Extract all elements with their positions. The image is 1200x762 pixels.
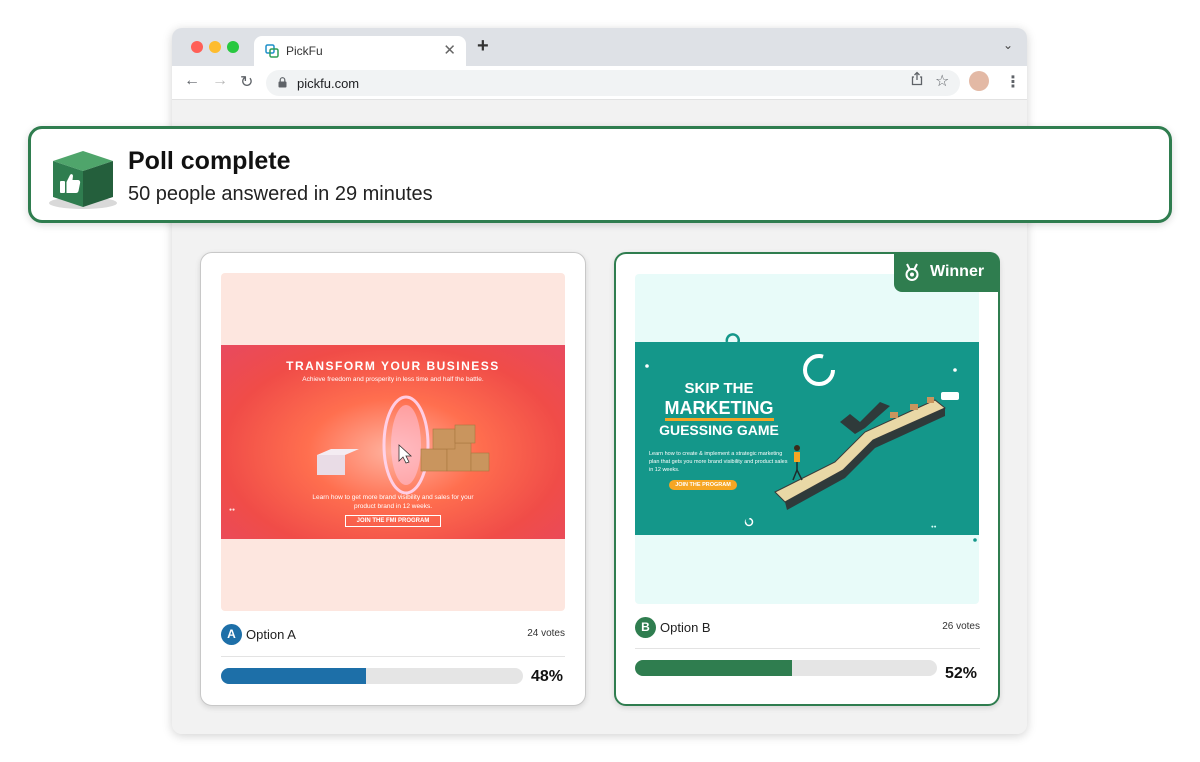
- option-b-badge: B: [635, 617, 656, 638]
- address-bar[interactable]: pickfu.com: [266, 70, 960, 96]
- option-a-progress-track: [221, 668, 523, 684]
- option-a-image: TRANSFORM YOUR BUSINESS Achieve freedom …: [221, 273, 565, 611]
- option-a-ad: TRANSFORM YOUR BUSINESS Achieve freedom …: [221, 345, 565, 539]
- option-b-image: SKIP THE MARKETING GUESSING GAME Learn h…: [635, 274, 979, 604]
- banner-title: Poll complete: [128, 147, 291, 175]
- pickfu-favicon-icon: [265, 44, 279, 58]
- browser-toolbar: ← → ↻ pickfu.com ☆ ⋮: [172, 66, 1027, 100]
- option-b-progress-fill: [635, 660, 793, 676]
- tab-pickfu[interactable]: PickFu ✕: [254, 36, 466, 66]
- lock-icon: [278, 77, 287, 88]
- reload-icon[interactable]: ↻: [240, 72, 253, 92]
- share-icon[interactable]: [910, 71, 924, 86]
- option-b-divider: [635, 648, 980, 649]
- option-a-ad-logo-icon: ●●: [229, 507, 236, 513]
- option-a-ad-cta: JOIN THE FMI PROGRAM: [345, 515, 441, 527]
- back-arrow-icon[interactable]: ←: [184, 72, 200, 90]
- profile-avatar[interactable]: [969, 71, 989, 91]
- chevron-down-icon[interactable]: ⌄: [1003, 38, 1013, 52]
- bookmark-star-icon[interactable]: ☆: [935, 71, 949, 91]
- stage: PickFu ✕ + ⌄ ← → ↻ pickfu.com ☆ ⋮ Poll c…: [0, 0, 1200, 762]
- option-a-votes: 24 votes: [527, 628, 565, 639]
- tab-close-icon[interactable]: ✕: [443, 41, 456, 59]
- option-b-votes: 26 votes: [942, 621, 980, 632]
- close-window-button[interactable]: [191, 41, 203, 53]
- url-text: pickfu.com: [297, 76, 360, 91]
- option-a-label: Option A: [246, 627, 296, 642]
- option-a-card[interactable]: TRANSFORM YOUR BUSINESS Achieve freedom …: [200, 252, 586, 706]
- maximize-window-button[interactable]: [227, 41, 239, 53]
- new-tab-icon[interactable]: +: [477, 36, 489, 56]
- option-b-card[interactable]: SKIP THE MARKETING GUESSING GAME Learn h…: [614, 252, 1000, 706]
- forward-arrow-icon[interactable]: →: [212, 72, 228, 90]
- thumbs-up-cube-icon: [49, 151, 117, 209]
- option-a-badge: A: [221, 624, 242, 645]
- option-a-ad-body: Learn how to get more brand visibility a…: [312, 494, 474, 510]
- option-a-ad-title: TRANSFORM YOUR BUSINESS: [286, 359, 500, 373]
- option-b-percent: 52%: [945, 665, 978, 682]
- option-a-divider: [221, 656, 565, 657]
- poll-complete-banner: Poll complete 50 people answered in 29 m…: [28, 126, 1172, 223]
- option-a-row: A Option A 24 votes: [221, 624, 565, 646]
- option-a-progress-fill: [221, 668, 366, 684]
- banner-subtitle: 50 people answered in 29 minutes: [128, 183, 433, 205]
- option-b-label: Option B: [660, 620, 711, 635]
- option-a-percent: 48%: [531, 668, 564, 685]
- more-menu-icon[interactable]: ⋮: [1005, 72, 1021, 92]
- medal-icon: [905, 263, 919, 281]
- tab-title: PickFu: [286, 44, 323, 58]
- option-b-progress-track: [635, 660, 937, 676]
- option-b-row: B Option B 26 votes: [635, 617, 980, 639]
- minimize-window-button[interactable]: [209, 41, 221, 53]
- option-a-ad-subtitle: Achieve freedom and prosperity in less t…: [302, 376, 484, 383]
- winner-badge: Winner: [894, 252, 1000, 292]
- option-b-confetti-bottom: [745, 514, 977, 542]
- winner-label: Winner: [930, 263, 985, 280]
- tab-strip: PickFu ✕ + ⌄: [172, 28, 1027, 66]
